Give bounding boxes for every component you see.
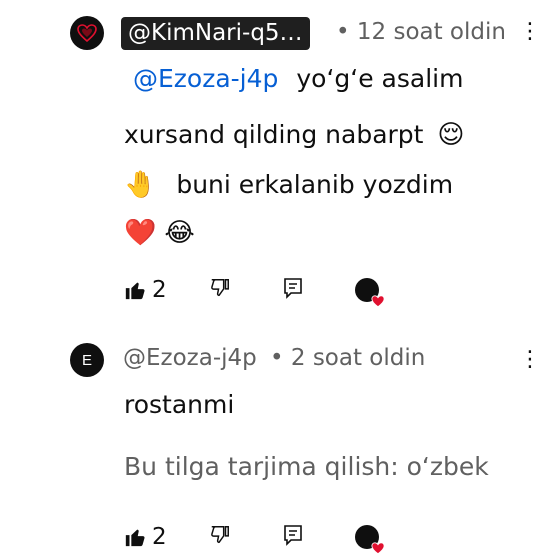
reply-action-bar: 2 [124,524,385,555]
thumbs-down-icon [210,279,229,297]
mention-link[interactable]: @Ezoza-j4p [133,64,278,93]
reply-timestamp: • 2 soat oldin [270,345,426,371]
creator-heart-icon [371,295,385,308]
comment-text: xursand qilding nabarpt [124,120,424,149]
relieved-face-emoji: 😌 [437,120,465,150]
dislike-button[interactable] [209,277,231,303]
comment-text: buni erkalanib yozdim [176,170,454,199]
reply-author-avatar[interactable]: E [70,343,104,377]
raised-hand-emoji: 🤚 [124,170,157,200]
like-button[interactable]: 2 [124,277,167,303]
comment-text: yoʻgʻe asalim [296,64,464,93]
more-vert-icon: ⋮ [519,347,541,372]
reply-icon [283,525,302,546]
reply-author-name[interactable]: @Ezoza-j4p [123,345,257,371]
avatar-letter: E [81,351,92,369]
creator-heart-icon [371,542,385,555]
like-count: 2 [152,277,167,303]
red-heart-emoji: ❤️ [124,218,157,248]
thumbs-down-icon [210,526,229,544]
more-vert-icon: ⋮ [519,19,541,44]
comment-author-name[interactable]: @KimNari-q5… [121,17,310,50]
comment-menu-button[interactable]: ⋮ [519,19,541,44]
comment-line-4: ❤️ 😂 [124,215,195,251]
comment-timestamp: • 12 soat oldin [336,19,506,45]
comment-line-2: xursand qilding nabarpt 😌 [124,117,465,153]
translate-link[interactable]: Bu tilga tarjima qilish: oʻzbek [124,452,489,481]
reply-button[interactable] [283,277,303,303]
like-button[interactable]: 2 [124,524,167,550]
creator-heart[interactable] [354,278,385,308]
thumbs-up-icon [125,282,145,300]
tears-of-joy-emoji: 😂 [164,218,195,248]
comment-line-1: @Ezoza-j4p yoʻgʻe asalim [133,61,463,97]
reply-icon [283,278,302,299]
creator-heart[interactable] [354,525,385,555]
reply-text: rostanmi [124,390,235,419]
comment-action-bar: 2 [124,277,385,308]
reply-menu-button[interactable]: ⋮ [519,347,541,372]
like-count: 2 [152,524,167,550]
comment-line-3: 🤚 buni erkalanib yozdim [124,167,453,203]
reply-button[interactable] [283,524,303,550]
heart-logo-icon [77,24,97,43]
comment-author-avatar[interactable] [70,16,104,50]
thumbs-up-icon [125,529,145,547]
dislike-button[interactable] [209,524,231,550]
